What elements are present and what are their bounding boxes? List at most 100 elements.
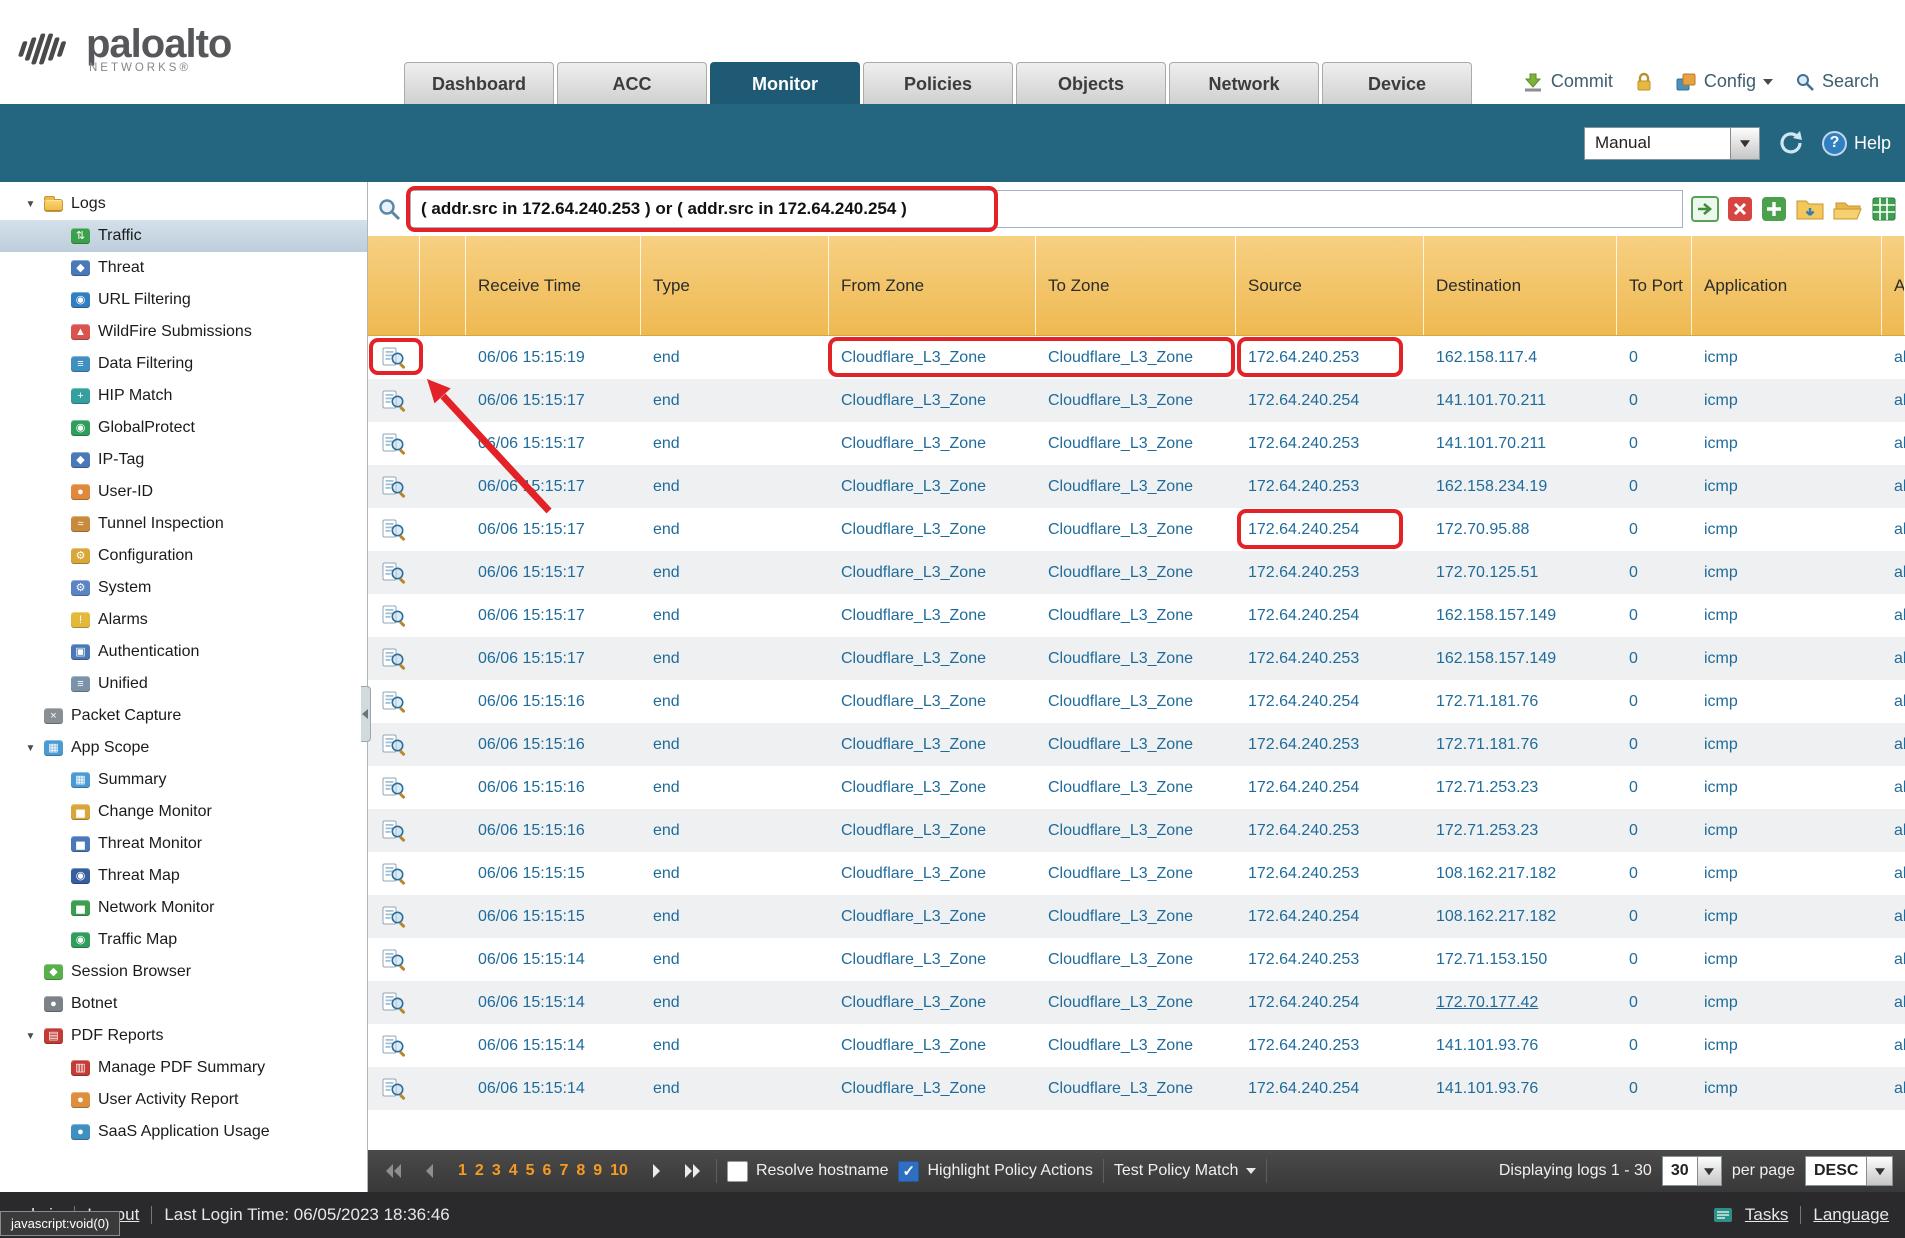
log-magnifier-icon[interactable] [382, 562, 406, 584]
sidebar-item-session-browser[interactable]: ◆Session Browser [0, 956, 367, 988]
cell-type[interactable]: end [641, 637, 829, 680]
cell-from-zone[interactable]: Cloudflare_L3_Zone [829, 379, 1036, 422]
sidebar-item-hip-match[interactable]: +HIP Match [0, 380, 367, 412]
cell-destination[interactable]: 162.158.157.149 [1424, 594, 1617, 637]
cell-receive-time[interactable]: 06/06 15:15:14 [466, 981, 641, 1024]
column-header-destination[interactable]: Destination [1424, 236, 1617, 335]
cell-application[interactable]: icmp [1692, 379, 1882, 422]
log-detail-cell[interactable] [368, 637, 420, 680]
cell-application[interactable]: icmp [1692, 852, 1882, 895]
cell-to-zone[interactable]: Cloudflare_L3_Zone [1036, 766, 1236, 809]
help-button[interactable]: Help [1822, 131, 1891, 156]
cell-from-zone[interactable]: Cloudflare_L3_Zone [829, 895, 1036, 938]
apply-filter-icon[interactable] [1691, 196, 1719, 222]
resolve-hostname-checkbox[interactable]: Resolve hostname [727, 1161, 889, 1182]
sidebar-item-traffic[interactable]: ⇅Traffic [0, 220, 367, 252]
cell-source[interactable]: 172.64.240.254 [1236, 981, 1424, 1024]
cell-action[interactable]: al [1882, 508, 1905, 551]
first-page-button[interactable] [380, 1158, 406, 1184]
cell-receive-time[interactable]: 06/06 15:15:14 [466, 1067, 641, 1110]
next-page-button[interactable] [644, 1158, 670, 1184]
chevron-down-icon[interactable] [1697, 1157, 1721, 1185]
sidebar-item-url-filtering[interactable]: ◉URL Filtering [0, 284, 367, 316]
cell-source[interactable]: 172.64.240.253 [1236, 465, 1424, 508]
cell-type[interactable]: end [641, 551, 829, 594]
cell-type[interactable]: end [641, 680, 829, 723]
cell-to-zone[interactable]: Cloudflare_L3_Zone [1036, 895, 1236, 938]
cell-action[interactable]: al [1882, 680, 1905, 723]
cell-destination[interactable]: 141.101.93.76 [1424, 1024, 1617, 1067]
log-magnifier-icon[interactable] [382, 519, 406, 541]
sort-order-select[interactable]: DESC [1805, 1156, 1893, 1186]
cell-to-port[interactable]: 0 [1617, 938, 1692, 981]
sidebar-item-logs[interactable]: ▼Logs [0, 188, 367, 220]
cell-from-zone[interactable]: Cloudflare_L3_Zone [829, 938, 1036, 981]
cell-to-port[interactable]: 0 [1617, 809, 1692, 852]
search-button[interactable]: Search [1795, 71, 1879, 92]
cell-destination[interactable]: 162.158.117.4 [1424, 336, 1617, 379]
tab-monitor[interactable]: Monitor [710, 62, 860, 104]
tasks-link[interactable]: Tasks [1745, 1205, 1788, 1225]
cell-source[interactable]: 172.64.240.254 [1236, 766, 1424, 809]
config-menu[interactable]: Config [1675, 71, 1773, 92]
tab-acc[interactable]: ACC [557, 62, 707, 104]
log-magnifier-icon[interactable] [382, 691, 406, 713]
cell-type[interactable]: end [641, 594, 829, 637]
cell-action[interactable]: al [1882, 809, 1905, 852]
chevron-down-icon[interactable] [1866, 1157, 1892, 1185]
cell-type[interactable]: end [641, 852, 829, 895]
cell-from-zone[interactable]: Cloudflare_L3_Zone [829, 766, 1036, 809]
column-header-source[interactable]: Source [1236, 236, 1424, 335]
log-detail-cell[interactable] [368, 508, 420, 551]
cell-destination[interactable]: 172.71.181.76 [1424, 680, 1617, 723]
cell-action[interactable]: al [1882, 1024, 1905, 1067]
cell-application[interactable]: icmp [1692, 981, 1882, 1024]
cell-action[interactable]: al [1882, 938, 1905, 981]
cell-action[interactable]: al [1882, 766, 1905, 809]
column-header-application[interactable]: Application [1692, 236, 1882, 335]
cell-action[interactable]: al [1882, 1067, 1905, 1110]
log-magnifier-icon[interactable] [382, 347, 406, 369]
cell-action[interactable]: al [1882, 379, 1905, 422]
column-header-blank[interactable] [368, 236, 420, 335]
log-magnifier-icon[interactable] [382, 1078, 406, 1100]
cell-receive-time[interactable]: 06/06 15:15:17 [466, 594, 641, 637]
cell-from-zone[interactable]: Cloudflare_L3_Zone [829, 422, 1036, 465]
sidebar-item-summary[interactable]: ▦Summary [0, 764, 367, 796]
cell-action[interactable]: al [1882, 336, 1905, 379]
cell-to-zone[interactable]: Cloudflare_L3_Zone [1036, 465, 1236, 508]
log-magnifier-icon[interactable] [382, 906, 406, 928]
sidebar-item-configuration[interactable]: ⚙Configuration [0, 540, 367, 572]
language-link[interactable]: Language [1813, 1205, 1889, 1225]
page-6[interactable]: 6 [543, 1162, 552, 1180]
sidebar-collapse-handle[interactable] [361, 686, 371, 742]
cell-to-zone[interactable]: Cloudflare_L3_Zone [1036, 1067, 1236, 1110]
cell-destination[interactable]: 162.158.157.149 [1424, 637, 1617, 680]
log-magnifier-icon[interactable] [382, 648, 406, 670]
log-detail-cell[interactable] [368, 766, 420, 809]
cell-to-port[interactable]: 0 [1617, 981, 1692, 1024]
cell-from-zone[interactable]: Cloudflare_L3_Zone [829, 852, 1036, 895]
prev-page-button[interactable] [416, 1158, 442, 1184]
tree-expand-icon[interactable]: ▼ [17, 199, 44, 210]
cell-destination[interactable]: 108.162.217.182 [1424, 852, 1617, 895]
cell-to-port[interactable]: 0 [1617, 852, 1692, 895]
page-8[interactable]: 8 [576, 1162, 585, 1180]
cell-from-zone[interactable]: Cloudflare_L3_Zone [829, 637, 1036, 680]
cell-type[interactable]: end [641, 809, 829, 852]
cell-application[interactable]: icmp [1692, 594, 1882, 637]
sidebar-item-pdf-reports[interactable]: ▼▤PDF Reports [0, 1020, 367, 1052]
sidebar-item-change-monitor[interactable]: ▅Change Monitor [0, 796, 367, 828]
cell-destination[interactable]: 172.71.181.76 [1424, 723, 1617, 766]
column-header-receive-time[interactable]: Receive Time [466, 236, 641, 335]
cell-destination[interactable]: 141.101.70.211 [1424, 379, 1617, 422]
cell-source[interactable]: 172.64.240.253 [1236, 551, 1424, 594]
log-detail-cell[interactable] [368, 336, 420, 379]
open-filter-icon[interactable] [1833, 196, 1863, 222]
cell-type[interactable]: end [641, 938, 829, 981]
page-5[interactable]: 5 [526, 1162, 535, 1180]
checkbox-checked-icon[interactable] [898, 1161, 919, 1182]
sidebar-item-tunnel-inspection[interactable]: ≈Tunnel Inspection [0, 508, 367, 540]
column-header-from-zone[interactable]: From Zone [829, 236, 1036, 335]
cell-to-port[interactable]: 0 [1617, 1067, 1692, 1110]
